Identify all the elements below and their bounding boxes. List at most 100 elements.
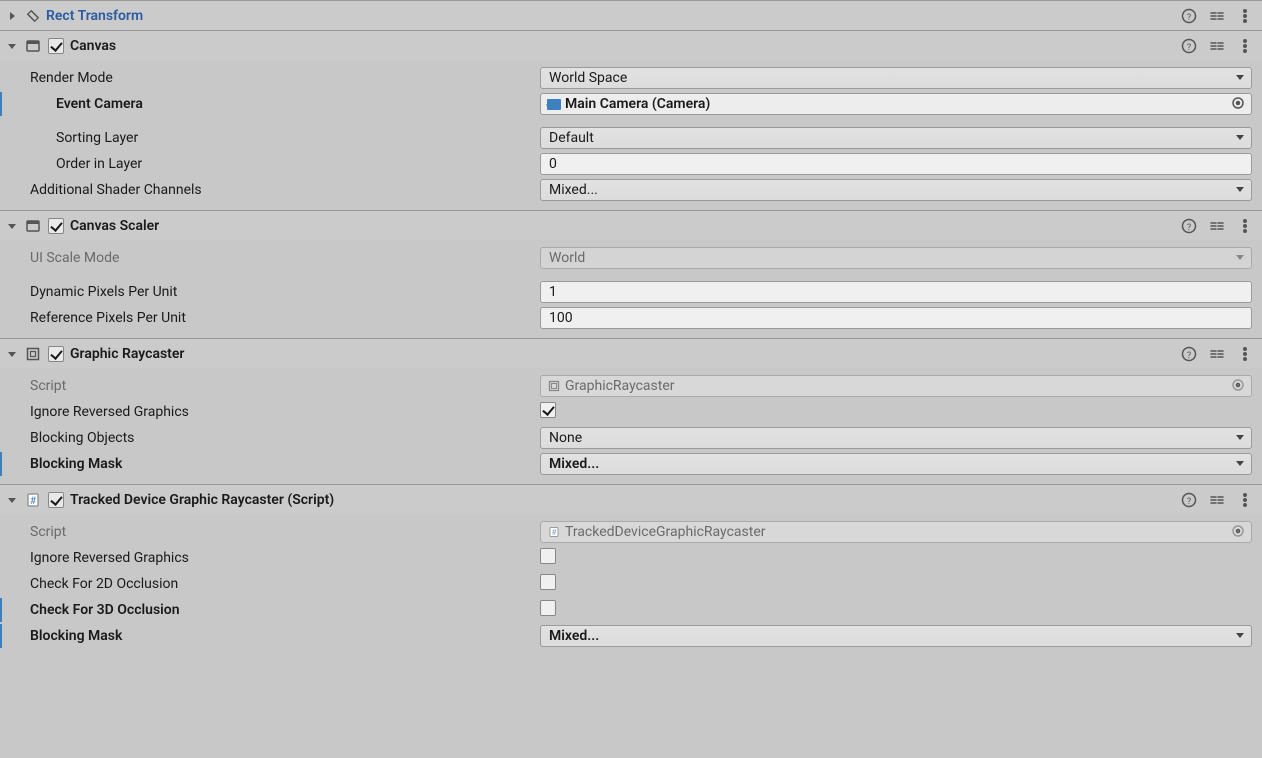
component-title: Canvas Scaler (70, 218, 1180, 234)
enable-checkbox[interactable] (48, 38, 64, 54)
dynamic-pixels-per-unit-row: Dynamic Pixels Per Unit (0, 280, 1262, 304)
dropdown-value: None (549, 430, 582, 446)
ignore-reversed-graphics-row: Ignore Reversed Graphics (0, 546, 1262, 570)
preset-icon[interactable] (1208, 491, 1226, 509)
sorting-layer-dropdown[interactable]: Default (540, 127, 1252, 149)
dropdown-value: Mixed... (549, 456, 599, 472)
blocking-mask-row: Blocking Mask Mixed... (0, 624, 1262, 648)
check-for-2d-occlusion-row: Check For 2D Occlusion (0, 572, 1262, 596)
component-title: Canvas (70, 38, 1180, 54)
preset-icon[interactable] (1208, 345, 1226, 363)
chevron-down-icon (1235, 70, 1245, 86)
header-actions: ? (1180, 491, 1256, 509)
chevron-down-icon (1235, 430, 1245, 446)
object-field-value: Main Camera (Camera) (565, 96, 710, 112)
menu-icon[interactable] (1236, 217, 1254, 235)
blocking-mask-dropdown[interactable]: Mixed... (540, 453, 1252, 475)
additional-shader-channels-dropdown[interactable]: Mixed... (540, 179, 1252, 201)
svg-text:?: ? (1187, 223, 1191, 233)
foldout-arrow-icon (6, 40, 18, 52)
object-picker-icon[interactable] (1231, 96, 1247, 112)
enable-checkbox[interactable] (48, 218, 64, 234)
chevron-down-icon (1235, 182, 1245, 198)
menu-icon[interactable] (1236, 491, 1254, 509)
check-for-3d-occlusion-label: Check For 3D Occlusion (6, 602, 540, 618)
render-mode-dropdown[interactable]: World Space (540, 67, 1252, 89)
menu-icon[interactable] (1236, 7, 1254, 25)
foldout-arrow-icon (6, 10, 18, 22)
blocking-objects-label: Blocking Objects (6, 430, 540, 446)
dropdown-value: World Space (549, 70, 627, 86)
preset-icon[interactable] (1208, 217, 1226, 235)
ignore-reversed-graphics-label: Ignore Reversed Graphics (6, 404, 540, 420)
render-mode-row: Render Mode World Space (0, 66, 1262, 90)
ignore-reversed-graphics-checkbox[interactable] (540, 402, 556, 418)
canvas-icon (24, 37, 42, 55)
component-title: Graphic Raycaster (70, 346, 1180, 362)
rect-transform-header[interactable]: Rect Transform ? (0, 0, 1262, 30)
blocking-mask-label: Blocking Mask (6, 456, 540, 472)
menu-icon[interactable] (1236, 37, 1254, 55)
ignore-reversed-graphics-checkbox[interactable] (540, 548, 556, 564)
enable-checkbox[interactable] (48, 346, 64, 362)
order-in-layer-input[interactable] (540, 153, 1252, 175)
help-icon[interactable]: ? (1180, 345, 1198, 363)
reference-pixels-per-unit-row: Reference Pixels Per Unit (0, 306, 1262, 330)
ui-scale-mode-row: UI Scale Mode World (0, 246, 1262, 270)
help-icon[interactable]: ? (1180, 491, 1198, 509)
ignore-reversed-graphics-row: Ignore Reversed Graphics (0, 400, 1262, 424)
help-icon[interactable]: ? (1180, 37, 1198, 55)
check-for-3d-occlusion-row: Check For 3D Occlusion (0, 598, 1262, 622)
component-title: Rect Transform (46, 8, 1180, 24)
object-picker-icon (1231, 524, 1247, 540)
svg-text:?: ? (1187, 43, 1191, 53)
graphic-raycaster-header[interactable]: Graphic Raycaster ? (0, 338, 1262, 368)
script-row: Script # TrackedDeviceGraphicRaycaster (0, 520, 1262, 544)
script-field: # TrackedDeviceGraphicRaycaster (540, 521, 1252, 543)
check-for-2d-occlusion-label: Check For 2D Occlusion (6, 576, 540, 592)
header-actions: ? (1180, 217, 1256, 235)
ignore-reversed-graphics-label: Ignore Reversed Graphics (6, 550, 540, 566)
additional-shader-channels-row: Additional Shader Channels Mixed... (0, 178, 1262, 202)
additional-shader-channels-label: Additional Shader Channels (6, 182, 540, 198)
header-actions: ? (1180, 37, 1256, 55)
dropdown-value: Default (549, 130, 594, 146)
preset-icon[interactable] (1208, 7, 1226, 25)
blocking-mask-dropdown[interactable]: Mixed... (540, 625, 1252, 647)
header-actions: ? (1180, 345, 1256, 363)
help-icon[interactable]: ? (1180, 217, 1198, 235)
dropdown-value: Mixed... (549, 628, 599, 644)
header-actions: ? (1180, 7, 1256, 25)
ui-scale-mode-dropdown: World (540, 247, 1252, 269)
script-row: Script GraphicRaycaster (0, 374, 1262, 398)
svg-text:#: # (552, 528, 557, 537)
dropdown-value: Mixed... (549, 182, 598, 198)
event-camera-field[interactable]: Main Camera (Camera) (540, 93, 1252, 115)
script-asset-icon: # (547, 525, 561, 539)
event-camera-row: Event Camera Main Camera (Camera) (0, 92, 1262, 116)
preset-icon[interactable] (1208, 37, 1226, 55)
object-field-value: TrackedDeviceGraphicRaycaster (565, 524, 766, 540)
object-field-value: GraphicRaycaster (565, 378, 675, 394)
help-icon[interactable]: ? (1180, 7, 1198, 25)
check-for-3d-occlusion-checkbox[interactable] (540, 600, 556, 616)
foldout-arrow-icon (6, 220, 18, 232)
chevron-down-icon (1235, 456, 1245, 472)
dropdown-value: World (549, 250, 585, 266)
order-in-layer-row: Order in Layer (0, 152, 1262, 176)
canvas-header[interactable]: Canvas ? (0, 30, 1262, 60)
canvas-scaler-header[interactable]: Canvas Scaler ? (0, 210, 1262, 240)
svg-text:?: ? (1187, 497, 1191, 507)
chevron-down-icon (1235, 130, 1245, 146)
dynamic-pixels-per-unit-input[interactable] (540, 281, 1252, 303)
tracked-raycaster-header[interactable]: # Tracked Device Graphic Raycaster (Scri… (0, 484, 1262, 514)
blocking-objects-dropdown[interactable]: None (540, 427, 1252, 449)
blocking-objects-row: Blocking Objects None (0, 426, 1262, 450)
check-for-2d-occlusion-checkbox[interactable] (540, 574, 556, 590)
graphic-raycaster-icon (24, 345, 42, 363)
chevron-down-icon (1235, 250, 1245, 266)
chevron-down-icon (1235, 628, 1245, 644)
reference-pixels-per-unit-input[interactable] (540, 307, 1252, 329)
menu-icon[interactable] (1236, 345, 1254, 363)
enable-checkbox[interactable] (48, 492, 64, 508)
